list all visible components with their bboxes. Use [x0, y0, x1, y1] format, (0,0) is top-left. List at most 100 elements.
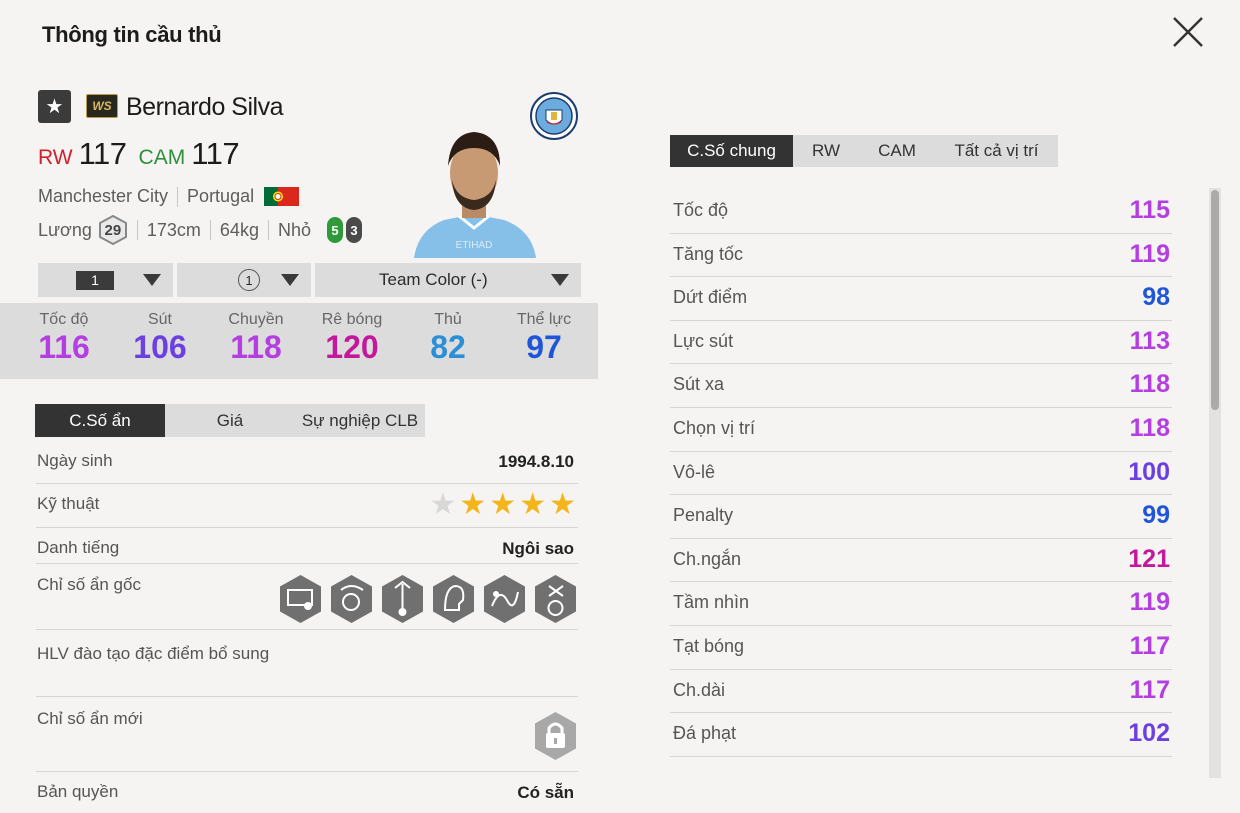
salary-badge: 29 — [98, 214, 128, 246]
attribute-row: Ch.dài 117 — [670, 670, 1172, 714]
info-row-new-traits: Chỉ số ẩn mới — [36, 697, 578, 772]
trait-dribbler-icon[interactable] — [482, 574, 527, 624]
divider — [136, 220, 138, 240]
trait-outside-foot-icon[interactable] — [533, 574, 578, 624]
main-stat: Rê bóng 120 — [304, 303, 400, 379]
portugal-flag-icon — [264, 187, 300, 206]
main-stat-value: 120 — [325, 329, 379, 365]
trait-finesse-shot-icon[interactable] — [278, 574, 323, 624]
tab-club-career[interactable]: Sự nghiệp CLB — [295, 404, 425, 437]
position-ovr: 117 — [191, 136, 240, 171]
lock-icon — [535, 712, 576, 760]
chevron-down-icon — [143, 274, 161, 286]
main-stat: Thể lực 97 — [496, 303, 592, 379]
selector-row: 1 1 Team Color (-) — [38, 263, 581, 297]
tab-general-stats[interactable]: C.Số chung — [670, 135, 793, 167]
attribute-row: Chọn vị trí 118 — [670, 408, 1172, 452]
star-empty-icon: ★ — [429, 488, 457, 521]
info-label: Ngày sinh — [37, 451, 113, 470]
star-filled-icon: ★ — [549, 488, 576, 521]
upgrade-dropdown[interactable]: 1 — [177, 263, 311, 297]
trait-team-player-icon[interactable] — [431, 574, 476, 624]
attribute-row: Tạt bóng 117 — [670, 626, 1172, 670]
weight-value: 64kg — [219, 219, 259, 240]
position-label: RW — [38, 146, 73, 169]
trait-flair-icon[interactable] — [329, 574, 374, 624]
main-stat-label: Thủ — [434, 311, 462, 328]
main-stat: Chuyền 118 — [208, 303, 304, 379]
attribute-value: 98 — [1142, 283, 1170, 312]
attribute-row: Tốc độ 115 — [670, 190, 1172, 234]
position-tabs: C.Số chung RW CAM Tất cả vị trí — [670, 135, 1058, 167]
info-label: Danh tiếng — [37, 538, 120, 557]
info-value: Có sẵn — [517, 783, 574, 802]
attribute-name: Sút xa — [673, 374, 725, 395]
attribute-row: Vô-lê 100 — [670, 452, 1172, 496]
attribute-value: 118 — [1129, 370, 1170, 399]
attribute-name: Tăng tốc — [673, 243, 744, 264]
team-color-dropdown[interactable]: Team Color (-) — [315, 263, 581, 297]
tab-price[interactable]: Giá — [165, 404, 295, 437]
tab-all-positions[interactable]: Tất cả vị trí — [935, 135, 1058, 167]
attribute-name: Ch.dài — [673, 679, 726, 700]
tab-rw[interactable]: RW — [793, 135, 859, 167]
right-foot-icon: 3 — [346, 217, 362, 243]
main-stat-label: Tốc độ — [39, 311, 89, 328]
info-row-traits: Chỉ số ẩn gốc — [36, 564, 578, 630]
attribute-value: 117 — [1129, 675, 1170, 704]
attribute-row: Ch.ngắn 121 — [670, 539, 1172, 583]
left-foot-icon: 5 — [327, 217, 343, 243]
trait-playmaker-icon[interactable] — [380, 574, 425, 624]
info-label: Chỉ số ẩn mới — [37, 709, 143, 728]
physical-info-line: Lương 29 173cm 64kg Nhỏ 5 3 — [38, 214, 362, 246]
attribute-name: Penalty — [673, 505, 734, 526]
salary-label: Lương — [38, 219, 92, 240]
position-label: CAM — [138, 146, 186, 169]
scrollbar[interactable] — [1209, 188, 1221, 778]
main-stat-label: Rê bóng — [321, 311, 383, 328]
level-value: 1 — [76, 270, 114, 290]
attribute-row: Dứt điểm 98 — [670, 277, 1172, 321]
level-dropdown[interactable]: 1 — [38, 263, 173, 297]
upgrade-value: 1 — [238, 269, 260, 291]
scrollbar-thumb[interactable] — [1211, 190, 1219, 410]
attribute-value: 117 — [1129, 631, 1170, 660]
tab-hidden-stats[interactable]: C.Số ẩn — [35, 404, 165, 437]
attribute-row: Lực sút 113 — [670, 321, 1172, 365]
tab-cam[interactable]: CAM — [859, 135, 935, 167]
main-stats-bar: Tốc độ 116 Sút 106 Chuyền 118 Rê bóng 120 Thủ 82 T… — [0, 303, 598, 379]
attribute-list[interactable]: Tốc độ 115 Tăng tốc 119 Dứt điểm 98 Lực sút 113… — [670, 190, 1172, 757]
info-label: Bản quyền — [37, 782, 119, 801]
main-stat-value: 97 — [526, 329, 562, 365]
attribute-row: Đá phạt 102 — [670, 713, 1172, 757]
star-filled-icon: ★ — [459, 488, 487, 521]
info-row-fame: Danh tiếng Ngôi sao — [36, 528, 578, 564]
attribute-value: 118 — [1129, 413, 1170, 442]
info-row-birthdate: Ngày sinh 1994.8.10 — [36, 442, 578, 484]
salary-value: 29 — [104, 221, 122, 239]
info-label: Chỉ số ẩn gốc — [37, 575, 141, 594]
svg-text:ETIHAD: ETIHAD — [456, 240, 493, 251]
attribute-value: 119 — [1129, 588, 1170, 617]
attribute-name: Tạt bóng — [673, 635, 745, 656]
attribute-value: 102 — [1128, 719, 1170, 748]
close-icon[interactable] — [1170, 14, 1206, 50]
attribute-name: Chọn vị trí — [673, 417, 756, 438]
divider — [209, 220, 211, 240]
info-value: Ngôi sao — [502, 539, 574, 558]
main-stat: Thủ 82 — [400, 303, 496, 379]
position-ovr: 117 — [78, 136, 127, 171]
main-stat-value: 116 — [38, 329, 90, 365]
attribute-value: 115 — [1129, 196, 1170, 224]
main-stat-label: Chuyền — [228, 311, 284, 328]
star-filled-icon: ★ — [489, 488, 517, 521]
player-name: Bernardo Silva — [126, 93, 283, 121]
favorite-star-icon[interactable]: ★ — [38, 90, 71, 123]
divider — [177, 186, 179, 207]
main-stat: Tốc độ 116 — [16, 303, 112, 379]
attribute-name: Vô-lê — [673, 461, 716, 482]
season-badge: WS — [86, 94, 118, 118]
attribute-name: Tốc độ — [673, 200, 729, 220]
attribute-row: Penalty 99 — [670, 495, 1172, 539]
info-label: HLV đào tạo đặc điểm bổ sung — [37, 644, 270, 663]
